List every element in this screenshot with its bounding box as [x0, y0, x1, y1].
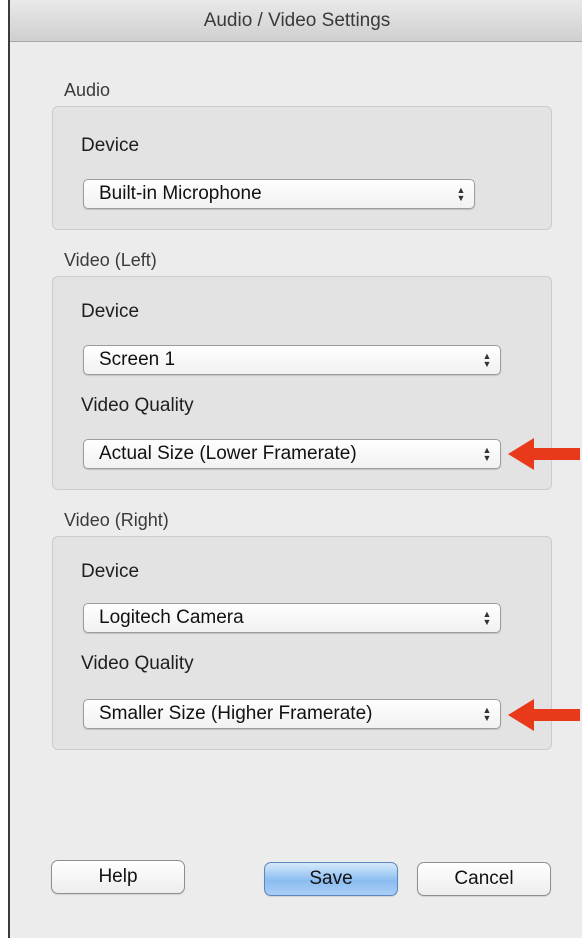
audio-device-value: Built-in Microphone [99, 183, 262, 204]
video-right-quality-value: Smaller Size (Higher Framerate) [99, 703, 373, 724]
video-right-section-label: Video (Right) [64, 510, 169, 530]
video-left-quality-label: Video Quality [81, 395, 194, 416]
red-arrow-icon [508, 438, 580, 470]
settings-window: Audio / Video Settings Audio Device Buil… [8, 0, 582, 938]
audio-group: Device Built-in Microphone ▲ ▼ [52, 106, 552, 230]
help-button[interactable]: Help [51, 860, 185, 894]
red-arrow-icon [508, 699, 580, 731]
video-right-device-select[interactable]: Logitech Camera ▲ ▼ [83, 603, 501, 633]
audio-device-label: Device [81, 135, 140, 156]
video-left-section-label: Video (Left) [64, 250, 157, 270]
up-down-arrows-icon: ▲ ▼ [482, 609, 492, 627]
video-right-device-label: Device [81, 561, 140, 582]
audio-device-select[interactable]: Built-in Microphone ▲ ▼ [83, 179, 475, 209]
video-left-device-select[interactable]: Screen 1 ▲ ▼ [83, 345, 501, 375]
up-down-arrows-icon: ▲ ▼ [482, 445, 492, 463]
cancel-button[interactable]: Cancel [417, 862, 551, 896]
video-left-quality-value: Actual Size (Lower Framerate) [99, 443, 357, 464]
video-right-device-value: Logitech Camera [99, 607, 244, 628]
video-left-group: Device Screen 1 ▲ ▼ Video Quality Actual … [52, 276, 552, 490]
video-right-quality-select[interactable]: Smaller Size (Higher Framerate) ▲ ▼ [83, 699, 501, 729]
video-right-quality-label: Video Quality [81, 653, 194, 674]
up-down-arrows-icon: ▲ ▼ [482, 351, 492, 369]
video-right-group: Device Logitech Camera ▲ ▼ Video Quality … [52, 536, 552, 750]
video-left-device-value: Screen 1 [99, 349, 176, 370]
audio-section-label: Audio [64, 80, 111, 100]
video-left-device-label: Device [81, 301, 140, 322]
window-title: Audio / Video Settings [10, 0, 582, 42]
up-down-arrows-icon: ▲ ▼ [482, 705, 492, 723]
up-down-arrows-icon: ▲ ▼ [456, 185, 466, 203]
video-left-quality-select[interactable]: Actual Size (Lower Framerate) ▲ ▼ [83, 439, 501, 469]
save-button[interactable]: Save [264, 862, 398, 896]
